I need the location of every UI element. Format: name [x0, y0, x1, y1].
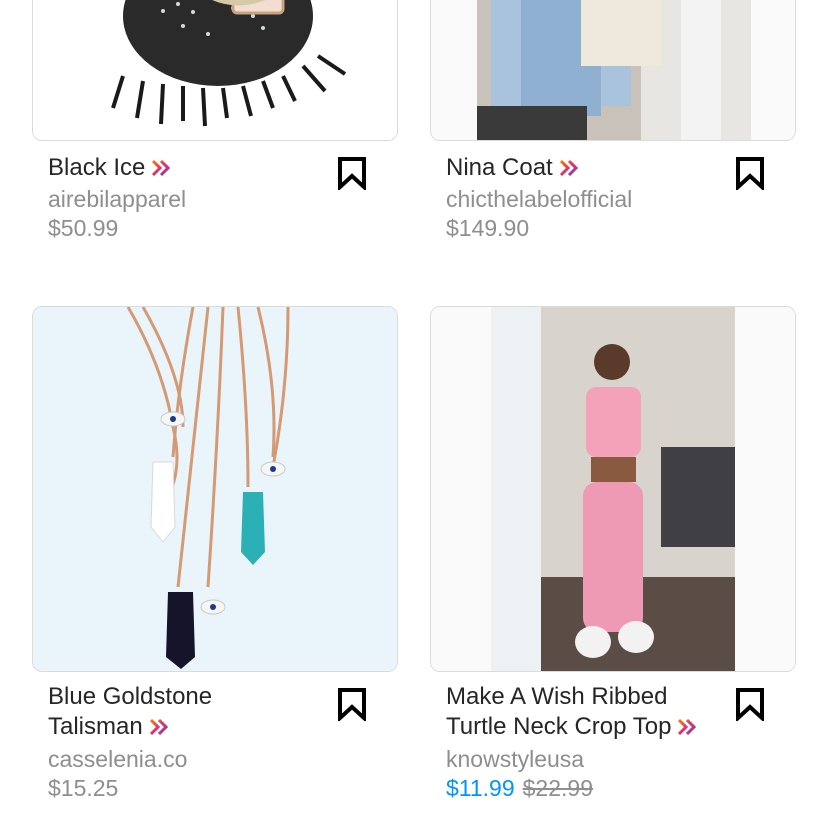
product-title[interactable]: Make A Wish Ribbed Turtle Neck Crop Top	[446, 682, 736, 742]
bookmark-icon[interactable]	[734, 687, 766, 721]
product-image[interactable]	[430, 306, 796, 672]
product-image[interactable]	[430, 0, 796, 141]
product-title[interactable]: Blue Goldstone Talisman	[48, 682, 338, 742]
product-image[interactable]	[32, 0, 398, 141]
instagram-checkout-chevron-icon	[559, 159, 578, 177]
seller-name[interactable]: airebilapparel	[48, 186, 186, 213]
product-image[interactable]	[32, 306, 398, 672]
price: $15.25	[48, 775, 119, 801]
bookmark-icon[interactable]	[336, 156, 368, 190]
price: $50.99	[48, 215, 119, 241]
product-title[interactable]: Black Ice	[48, 153, 338, 183]
instagram-checkout-chevron-icon	[149, 718, 168, 736]
instagram-checkout-chevron-icon	[678, 718, 697, 736]
bookmark-icon[interactable]	[336, 687, 368, 721]
seller-name[interactable]: casselenia.co	[48, 746, 187, 773]
product-title[interactable]: Nina Coat	[446, 153, 736, 183]
price: $11.99 $22.99	[446, 775, 593, 802]
seller-name[interactable]: chicthelabelofficial	[446, 186, 632, 213]
sale-price: $11.99	[446, 775, 515, 801]
price: $149.90	[446, 215, 530, 241]
instagram-checkout-chevron-icon	[152, 159, 171, 177]
seller-name[interactable]: knowstyleusa	[446, 746, 584, 773]
original-price: $22.99	[522, 775, 593, 801]
bookmark-icon[interactable]	[734, 156, 766, 190]
